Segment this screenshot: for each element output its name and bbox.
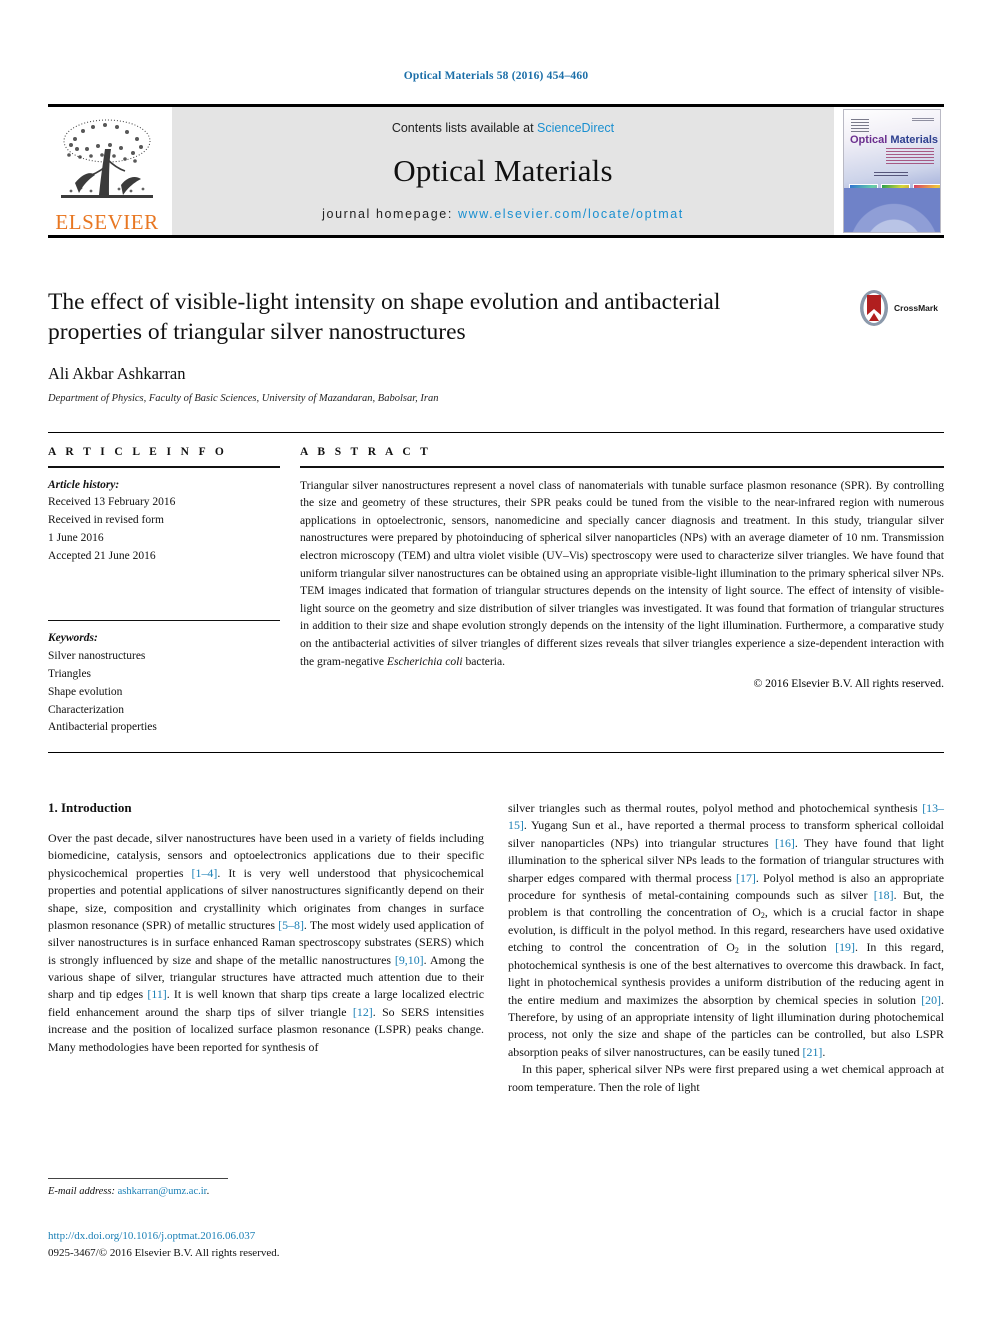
homepage-url-link[interactable]: www.elsevier.com/locate/optmat (458, 207, 684, 221)
article-info-rule (48, 466, 280, 468)
running-head: Optical Materials 58 (2016) 454–460 (403, 70, 589, 82)
body-columns: 1. Introduction Over the past decade, si… (48, 800, 944, 1096)
abstract-column: A B S T R A C T Triangular silver nanost… (280, 446, 944, 737)
paragraph: In this paper, spherical silver NPs were… (508, 1062, 944, 1094)
cover-title-optical: Optical (850, 134, 888, 146)
abstract-species-italic: Escherichia coli (386, 654, 463, 668)
info-top-rule (48, 432, 944, 433)
doi-block: http://dx.doi.org/10.1016/j.optmat.2016.… (48, 1228, 484, 1261)
footnote-email: E-mail address: ashkarran@umz.ac.ir. (48, 1186, 484, 1197)
keywords-label: Keywords: (48, 632, 98, 645)
author-name: Ali Akbar Ashkarran (48, 363, 186, 383)
masthead-body: ELSEVIER Contents lists available at Sci… (48, 107, 944, 235)
cover-subtitle-lines (886, 148, 934, 164)
abstract-copyright: © 2016 Elsevier B.V. All rights reserved… (753, 677, 944, 691)
history-item: Received in revised form (48, 514, 164, 527)
masthead-center-panel: Contents lists available at ScienceDirec… (172, 107, 834, 235)
cover-publisher-mark (851, 119, 869, 132)
crossmark-label: CrossMark (894, 303, 938, 313)
citation-link[interactable]: [1–4] (192, 866, 218, 880)
citation-link[interactable]: [9,10] (395, 953, 424, 967)
history-item: Received 13 February 2016 (48, 496, 176, 509)
author-affiliation: Department of Physics, Faculty of Basic … (48, 392, 439, 404)
crossmark-icon (858, 289, 890, 327)
email-link[interactable]: ashkarran@umz.ac.ir (118, 1186, 207, 1197)
doi-link[interactable]: http://dx.doi.org/10.1016/j.optmat.2016.… (48, 1228, 484, 1245)
homepage-prefix: journal homepage: (322, 207, 453, 221)
cover-editor-lines (874, 172, 908, 177)
article-info-heading: A R T I C L E I N F O (48, 446, 228, 458)
article-info-column: A R T I C L E I N F O Article history: R… (48, 446, 280, 737)
text-run: silver triangles such as thermal routes,… (508, 801, 923, 815)
email-tail: . (206, 1186, 210, 1197)
article-history: Article history: Received 13 February 20… (48, 477, 280, 566)
journal-title: Optical Materials (393, 153, 613, 188)
citation-link[interactable]: [18] (874, 888, 894, 902)
abstract-part-2: bacteria. (462, 654, 506, 668)
journal-masthead: ELSEVIER Contents lists available at Sci… (48, 104, 944, 238)
cover-issue-mark (912, 118, 934, 121)
section-heading-introduction: 1. Introduction (48, 800, 132, 815)
citation-link[interactable]: [20] (921, 993, 941, 1007)
elsevier-tree-icon (61, 119, 153, 198)
elsevier-wordmark: ELSEVIER (55, 210, 159, 234)
article-history-label: Article history: (48, 478, 120, 491)
contents-prefix: Contents lists available at (391, 121, 534, 135)
journal-cover-thumbnail: Optical Materials (840, 107, 944, 235)
page-title: The effect of visible-light intensity on… (48, 289, 721, 345)
article-page: Optical Materials 58 (2016) 454–460 ELSE… (0, 0, 992, 1323)
keywords-rule (48, 619, 280, 622)
keyword-item: Silver nanostructures (48, 650, 146, 663)
issn-copyright-line: 0925-3467/© 2016 Elsevier B.V. All right… (48, 1246, 280, 1259)
abstract-part-1: Triangular silver nanostructures represe… (300, 478, 944, 668)
keyword-item: Shape evolution (48, 685, 123, 698)
keyword-item: Characterization (48, 703, 124, 716)
crossmark-badge[interactable]: CrossMark (858, 288, 938, 328)
info-abstract-block: A R T I C L E I N F O Article history: R… (48, 446, 944, 737)
cover-swirl-graphic (844, 188, 940, 232)
journal-homepage-line: journal homepage: www.elsevier.com/locat… (322, 207, 684, 221)
keyword-item: Antibacterial properties (48, 721, 157, 734)
text-run: . (822, 1044, 826, 1059)
abstract-rule (300, 466, 944, 468)
citation-link[interactable]: [17] (736, 871, 756, 885)
title-block: The effect of visible-light intensity on… (48, 288, 944, 404)
citation-link[interactable]: [16] (775, 836, 795, 850)
footnote-rule (48, 1178, 228, 1179)
citation-link[interactable]: [11] (147, 987, 166, 1001)
keyword-item: Triangles (48, 667, 92, 680)
email-label: E-mail address: (48, 1186, 115, 1197)
cover-title-materials: Materials (890, 134, 939, 146)
history-item: Accepted 21 June 2016 (48, 549, 156, 562)
keywords-list: Keywords: Silver nanostructures Triangle… (48, 630, 280, 737)
paragraph: silver triangles such as thermal routes,… (508, 800, 944, 1061)
cover-image: Optical Materials (843, 109, 941, 233)
citation-link[interactable]: [19] (835, 940, 855, 954)
abstract-heading: A B S T R A C T (300, 446, 432, 458)
history-item: 1 June 2016 (48, 532, 104, 545)
paragraph: Over the past decade, silver nanostructu… (48, 830, 484, 1056)
contents-available-line: Contents lists available at ScienceDirec… (392, 121, 614, 135)
sciencedirect-link[interactable]: ScienceDirect (537, 121, 614, 135)
body-right-column: silver triangles such as thermal routes,… (508, 800, 944, 1096)
citation-link[interactable]: [12] (353, 1005, 373, 1019)
body-left-column: 1. Introduction Over the past decade, si… (48, 800, 484, 1096)
citation-link[interactable]: [5–8] (278, 918, 304, 932)
text-run: in the solution (738, 940, 836, 955)
info-bottom-rule (48, 752, 944, 753)
elsevier-logo: ELSEVIER (48, 107, 166, 235)
cover-title: Optical Materials (850, 135, 938, 146)
abstract-text: Triangular silver nanostructures represe… (300, 477, 944, 671)
citation-link[interactable]: [21] (803, 1045, 823, 1059)
masthead-bottom-rule (48, 235, 944, 238)
